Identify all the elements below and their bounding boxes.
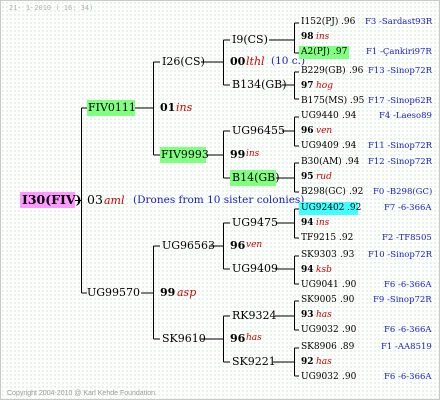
gen4-queen-name[interactable]: UG9032: [301, 326, 339, 335]
gen4-year: .92: [347, 203, 362, 213]
gen4-origin-link[interactable]: F13 -Sinop72R: [368, 67, 432, 76]
gen4-year: .94: [342, 111, 357, 121]
gen4-year: .92: [339, 233, 354, 243]
gen4-origin-link[interactable]: F12 -Sinop72R: [368, 158, 432, 167]
gen4-origin-link[interactable]: F2 -TF8505: [382, 234, 432, 243]
gen4-queen-name[interactable]: B175(MS): [301, 97, 347, 106]
gen3-queen-name[interactable]: B14(GB): [232, 172, 280, 183]
gen2-mating: asp: [177, 286, 197, 299]
gen4-mating-year: 94: [301, 265, 314, 275]
gen2-year: 99: [160, 286, 176, 299]
gen4-origin-link[interactable]: F1 -AA8519: [381, 343, 432, 352]
gen2-queen-name[interactable]: UG96563: [162, 240, 215, 251]
gen4-queen-name[interactable]: TF9215: [301, 234, 336, 243]
gen4-queen-name[interactable]: SK8906: [301, 343, 337, 352]
gen4-queen-name[interactable]: UG9440: [301, 112, 339, 121]
gen4-origin-link[interactable]: F6 -6-366A: [384, 373, 432, 382]
root-mating: aml: [104, 194, 125, 207]
gen4-mating-year: 97: [301, 81, 314, 91]
timestamp: 21- 1-2010 ( 16: 34): [9, 4, 94, 12]
gen2-mating: ins: [176, 101, 193, 114]
gen4-year: .95: [350, 96, 365, 106]
gen3-mating: ins: [246, 149, 260, 159]
gen3-queen-name[interactable]: I9(CS): [232, 34, 268, 45]
gen4-mating-year: 93: [301, 310, 314, 320]
gen2-queen-name[interactable]: I26(CS): [162, 56, 205, 67]
gen4-mating: rud: [316, 172, 332, 182]
gen4-mating-year: 98: [301, 32, 314, 42]
root-note: (Drones from 10 sister colonies): [133, 194, 305, 206]
gen4-year: .90: [342, 372, 357, 382]
sire-queen-name[interactable]: FIV0111: [88, 102, 136, 113]
gen4-mating-year: 95: [301, 172, 314, 182]
gen3-year: 00: [230, 55, 246, 68]
gen4-year: .94: [342, 141, 357, 151]
gen4-origin-link[interactable]: F1 -Çankiri97R: [366, 48, 432, 57]
gen4-origin-link[interactable]: F0 -B298(GC): [373, 188, 432, 197]
gen4-queen-name[interactable]: B298(GC): [301, 188, 346, 197]
gen4-year: .93: [340, 250, 355, 260]
gen4-mating-year: 96: [301, 126, 314, 136]
gen4-origin-link[interactable]: F11 -Sinop72R: [368, 142, 432, 151]
gen4-mating-year: 94: [301, 218, 314, 228]
gen4-mating: ins: [316, 218, 330, 228]
gen4-queen-name[interactable]: B229(GB): [301, 67, 346, 76]
gen4-queen-name[interactable]: SK9303: [301, 251, 337, 260]
gen3-mating: has: [246, 333, 262, 343]
gen4-year: .97: [333, 47, 348, 57]
gen3-year: 96: [230, 332, 246, 345]
gen4-year: .92: [349, 187, 364, 197]
gen4-mating: ven: [316, 126, 333, 136]
dam-queen-name[interactable]: UG99570: [87, 287, 140, 298]
gen4-year: .90: [340, 295, 355, 305]
gen4-queen-name[interactable]: UG9032: [301, 373, 339, 382]
gen3-queen-name[interactable]: UG9409: [232, 263, 278, 274]
gen4-origin-link[interactable]: F9 -Sinop72R: [373, 296, 432, 305]
gen4-year: .90: [342, 325, 357, 335]
gen4-origin-link[interactable]: F10 -Sinop72R: [368, 251, 432, 260]
gen4-queen-name[interactable]: A2(PJ): [301, 48, 330, 57]
gen4-queen-name[interactable]: I152(PJ): [301, 18, 338, 27]
pedigree-panel: 21- 1-2010 ( 16: 34) Copyright 2004-2010…: [0, 0, 440, 400]
root-queen-name[interactable]: I30(FIV): [22, 193, 82, 207]
gen3-year: 99: [230, 148, 246, 161]
gen4-queen-name[interactable]: SK9005: [301, 296, 337, 305]
gen2-year: 01: [160, 101, 176, 114]
gen4-queen-name[interactable]: UG9041: [301, 281, 339, 290]
gen4-queen-name[interactable]: UG92402: [301, 204, 344, 213]
gen3-queen-name[interactable]: UG96455: [232, 125, 285, 136]
gen4-queen-name[interactable]: UG9409: [301, 142, 339, 151]
copyright-text: Copyright 2004-2010 @ Karl Kehde Foundat…: [7, 390, 157, 397]
gen4-origin-link[interactable]: F17 -Sinop62R: [368, 97, 432, 106]
gen4-origin-link[interactable]: F6 -6-366A: [384, 281, 432, 290]
gen4-origin-link[interactable]: F6 -6-366A: [384, 326, 432, 335]
gen4-origin-link[interactable]: F3 -Sardast93R: [365, 18, 432, 27]
gen4-year: .89: [340, 342, 355, 352]
gen2-queen-name[interactable]: SK9610: [162, 333, 206, 344]
gen3-queen-name[interactable]: UG9475: [232, 217, 278, 228]
gen4-mating: has: [316, 310, 332, 320]
gen3-queen-name[interactable]: RK9324: [232, 310, 277, 321]
gen4-year: .96: [349, 66, 364, 76]
gen4-mating: has: [316, 357, 332, 367]
gen4-origin-link[interactable]: F4 -Laeso89: [379, 112, 432, 121]
gen4-year: .94: [345, 157, 360, 167]
gen4-mating: ksb: [316, 265, 332, 275]
gen3-queen-name[interactable]: SK9221: [232, 356, 276, 367]
gen3-queen-name[interactable]: B134(GB): [232, 79, 287, 90]
root-year: 03: [87, 192, 103, 207]
gen4-origin-link[interactable]: F7 -6-366A: [384, 204, 432, 213]
gen3-mating: lthl: [246, 55, 265, 68]
gen4-mating: ins: [316, 32, 330, 42]
gen3-year: 96: [230, 239, 246, 252]
gen3-mating: ven: [246, 240, 263, 250]
gen4-year: .90: [342, 280, 357, 290]
gen2-queen-name[interactable]: FIV9993: [161, 149, 209, 160]
gen4-year: .96: [341, 17, 356, 27]
gen4-mating: hog: [316, 81, 333, 91]
gen4-queen-name[interactable]: B30(AM): [301, 158, 342, 167]
gen4-mating-year: 92: [301, 357, 314, 367]
